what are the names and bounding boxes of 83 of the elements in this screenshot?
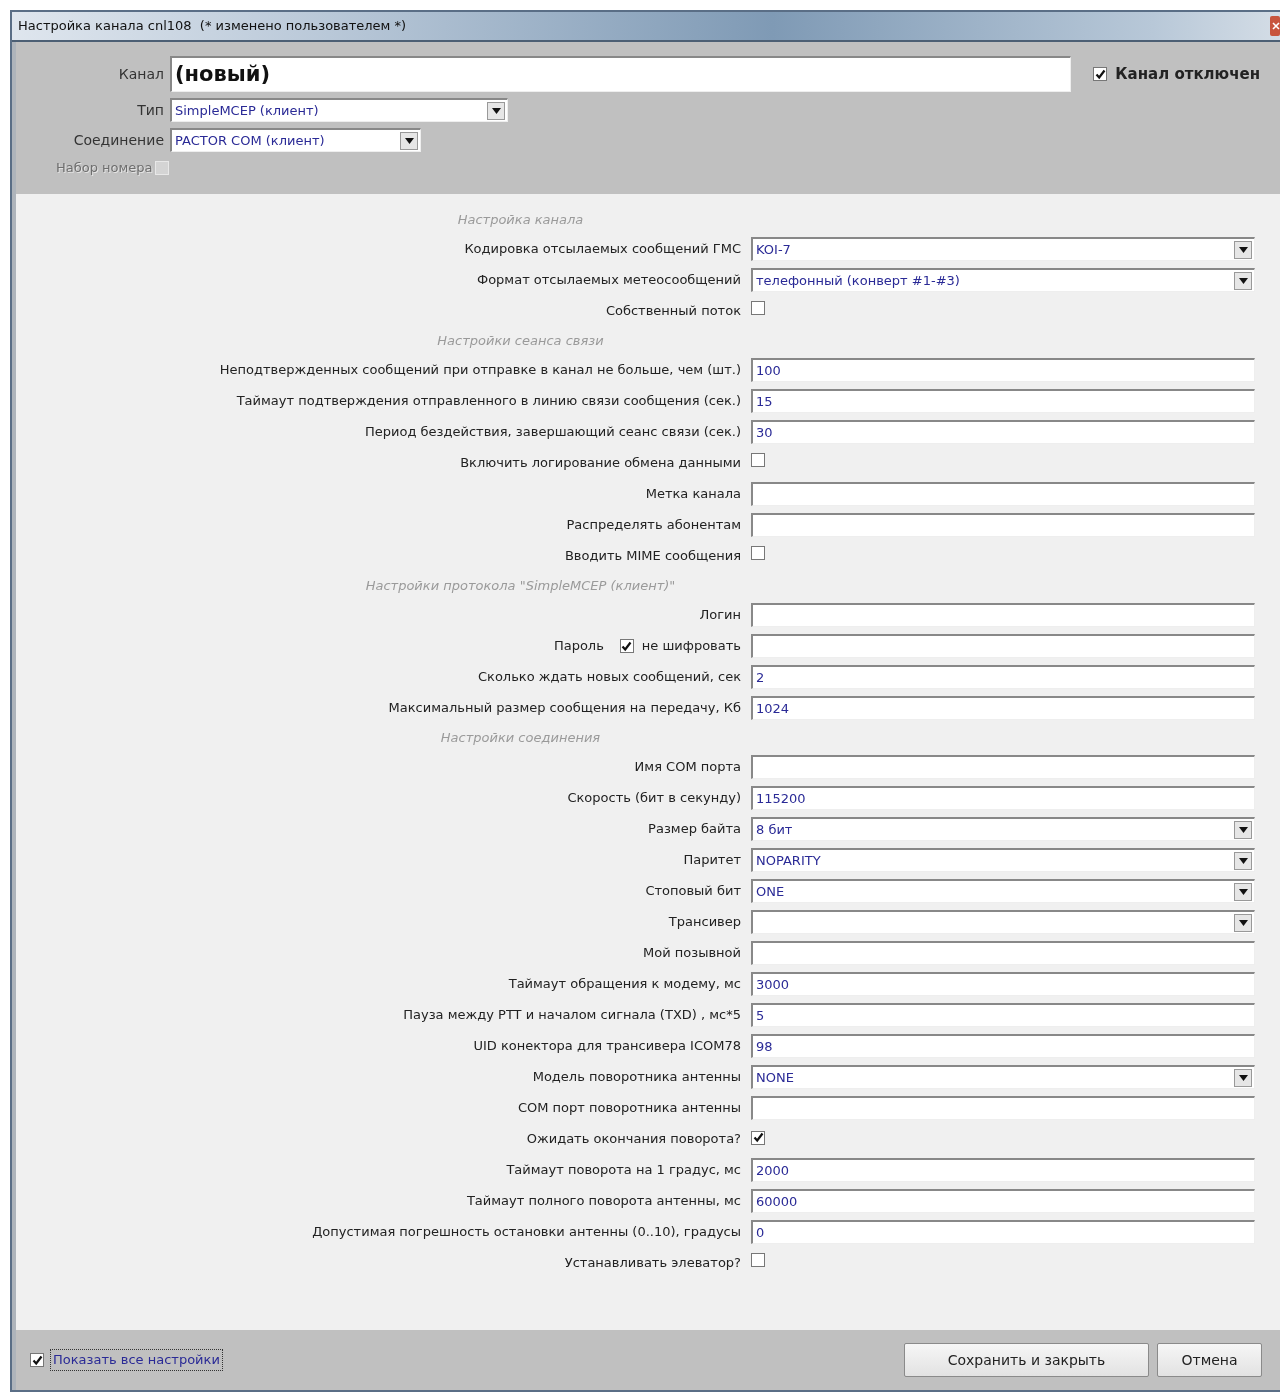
field-label: Период бездействия, завершающий сеанс связи (сек.)	[365, 423, 741, 442]
section-heading: Настройка канала	[457, 210, 584, 229]
input-field[interactable]: 2000	[751, 1158, 1255, 1182]
checkbox-label: Собственный поток	[605, 302, 741, 321]
field-label: Таймаут обращения к модему, мс	[508, 975, 741, 994]
input-field[interactable]: 100	[751, 358, 1255, 382]
checkbox-label: не шифровать	[641, 637, 741, 656]
checkbox-label: Включить логирование обмена данными	[460, 454, 741, 473]
checkbox[interactable]	[1093, 67, 1108, 81]
field-label: COM порт поворотника антенны	[517, 1099, 741, 1118]
field-label: Таймаут подтверждения отправленного в линию связи сообщения (сек.)	[236, 392, 741, 411]
field-label: Формат отсылаемых метеосообщений	[476, 271, 741, 290]
checkbox[interactable]	[751, 1253, 765, 1268]
input-field[interactable]: 1024	[751, 696, 1255, 720]
checkbox-label: Ожидать окончания поворота?	[526, 1130, 741, 1149]
checkbox[interactable]	[751, 1130, 765, 1145]
input-field[interactable]: 0	[751, 1220, 1255, 1244]
field-label: Распределять абонентам	[566, 516, 741, 535]
dropdown-field[interactable]: NONE	[751, 1065, 1255, 1089]
input-field[interactable]: 15	[751, 389, 1255, 413]
cancel-button[interactable]: Отмена	[1157, 1343, 1262, 1377]
dropdown-field[interactable]: KOI-7	[751, 237, 1255, 261]
dropdown-field[interactable]: 8 бит	[751, 817, 1255, 841]
field-label: Соединение	[72, 130, 164, 150]
input-field[interactable]: 2	[751, 665, 1255, 689]
field-label: Имя COM порта	[634, 758, 741, 777]
field-label: Таймаут поворота на 1 градус, мс	[506, 1161, 741, 1180]
checkbox[interactable]	[751, 453, 765, 468]
field-label: Неподтвержденных сообщений при отправке в канал не больше, чем (шт.)	[219, 361, 741, 380]
field-label: Пауза между PTT и началом сигнала (TXD) , мс*5	[403, 1006, 741, 1025]
field-label: Кодировка отсылаемых сообщений ГМС	[464, 240, 741, 259]
input-field[interactable]	[751, 941, 1255, 965]
input-field[interactable]: 5	[751, 1003, 1255, 1027]
field-label: UID конектора для трансивера ICOM78	[473, 1037, 741, 1056]
field-label: Мой позывной	[643, 944, 741, 963]
field-label: Размер байта	[648, 820, 741, 839]
field-label: Трансивер	[668, 913, 741, 932]
checkbox-label: Канал отключен	[1115, 63, 1260, 85]
dropdown-field[interactable]	[751, 910, 1255, 934]
password-field[interactable]	[751, 634, 1255, 658]
dropdown-field[interactable]: SimpleMCEP (клиент)	[170, 98, 508, 122]
input-field[interactable]	[751, 1096, 1255, 1120]
input-field[interactable]: 60000	[751, 1189, 1255, 1213]
field-label: Допустимая погрешность остановки антенны (0..10), градусы	[312, 1223, 741, 1242]
checkbox-label: Набор номера	[56, 159, 153, 177]
field-label: Скорость (бит в секунду)	[567, 789, 741, 808]
dropdown-field[interactable]: PACTOR COM (клиент)	[170, 128, 421, 152]
field-label: Стоповый бит	[645, 882, 741, 901]
input-field[interactable]	[751, 513, 1255, 537]
field-label: Метка канала	[645, 485, 741, 504]
dropdown-field[interactable]: ONE	[751, 879, 1255, 903]
field-label: Таймаут полного поворота антенны, мс	[466, 1192, 741, 1211]
section-heading: Настройки соединения	[440, 728, 601, 747]
field-label: Паритет	[683, 851, 741, 870]
input-field[interactable]	[751, 482, 1255, 506]
field-label: Логин	[699, 606, 741, 625]
field-label: Тип	[136, 100, 164, 120]
section-heading: Настройки протокола "SimpleMCEP (клиент)"	[365, 576, 676, 595]
dropdown-field[interactable]: телефонный (конверт #1-#3)	[751, 268, 1255, 292]
field-label: Пароль	[553, 637, 604, 656]
dropdown-field[interactable]: NOPARITY	[751, 848, 1255, 872]
save-button[interactable]: Сохранить и закрыть	[904, 1343, 1149, 1377]
checkbox[interactable]	[751, 301, 765, 316]
show-all-settings-link[interactable]: Показать все настройки	[50, 1349, 223, 1371]
checkbox-label: Устанавливать элеватор?	[564, 1254, 741, 1273]
input-field[interactable]	[751, 603, 1255, 627]
input-field[interactable]: 98	[751, 1034, 1255, 1058]
section-heading: Настройки сеанса связи	[437, 331, 604, 350]
input-field[interactable]	[751, 755, 1255, 779]
field-label: Максимальный размер сообщения на передачу, Кб	[388, 699, 741, 718]
field-label: Модель поворотника антенны	[532, 1068, 741, 1087]
checkbox[interactable]	[619, 639, 634, 653]
field-label: Канал	[117, 64, 164, 84]
input-field[interactable]: 3000	[751, 972, 1255, 996]
checkbox[interactable]	[751, 546, 765, 561]
channel-name-field[interactable]: (новый)	[170, 56, 1072, 92]
input-field[interactable]: 115200	[751, 786, 1255, 810]
checkbox-label: Вводить MIME сообщения	[564, 547, 741, 566]
window-title: Настройка канала cnl108 (* изменено пользователем *)	[18, 17, 407, 36]
close-icon[interactable]	[1270, 16, 1280, 36]
field-label: Сколько ждать новых сообщений, сек	[478, 668, 741, 687]
input-field[interactable]: 30	[751, 420, 1255, 444]
checkbox[interactable]	[30, 1353, 44, 1367]
